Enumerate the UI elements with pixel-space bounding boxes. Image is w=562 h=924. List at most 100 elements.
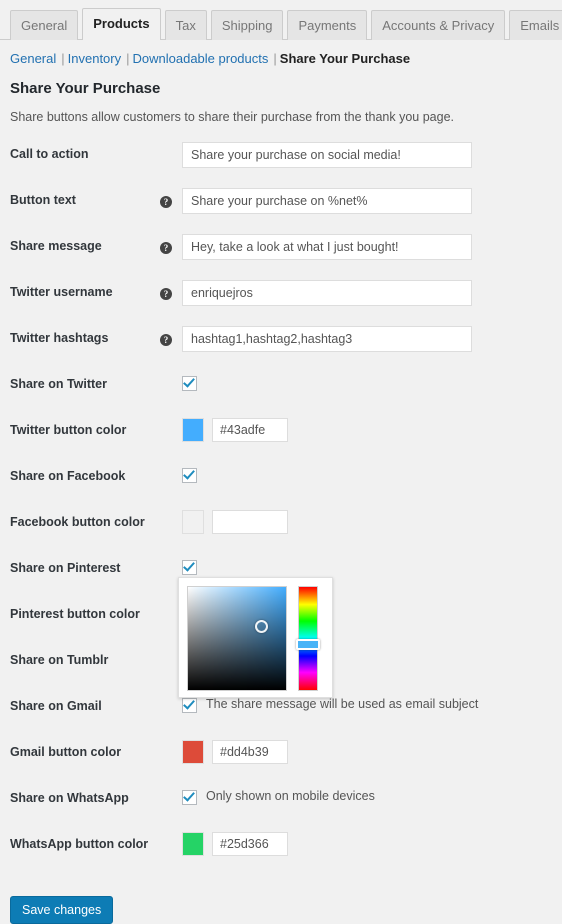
field-whatsapp-button-color (182, 832, 562, 856)
tab-list: General Products Tax Shipping Payments A… (10, 8, 562, 41)
field-twitter-username (182, 280, 562, 306)
field-share-on-twitter (182, 372, 562, 391)
subnav-separator: | (273, 51, 277, 66)
color-picker-popup[interactable] (178, 577, 333, 698)
tab-label: General (21, 18, 68, 33)
row-share-message: Share message ? (0, 234, 562, 280)
gmail-color-input[interactable] (212, 740, 288, 764)
whatsapp-color-swatch[interactable] (182, 832, 204, 856)
gmail-color-swatch[interactable] (182, 740, 204, 764)
help-slot-empty (160, 142, 182, 147)
value-gradient (188, 587, 286, 690)
help-slot-empty (160, 418, 182, 423)
help-icon[interactable]: ? (160, 241, 172, 254)
whatsapp-color-input[interactable] (212, 832, 288, 856)
label-whatsapp-button-color: WhatsApp button color (10, 837, 149, 851)
help-slot-empty (160, 556, 182, 561)
saturation-value-area[interactable] (187, 586, 287, 691)
share-on-twitter-checkbox[interactable] (182, 376, 197, 391)
subnav-separator: | (61, 51, 65, 66)
field-facebook-button-color (182, 510, 562, 534)
tab-products[interactable]: Products (82, 8, 161, 41)
button-text-input[interactable] (182, 188, 472, 214)
tab-emails[interactable]: Emails (509, 10, 562, 40)
help-icon[interactable]: ? (160, 287, 172, 300)
tab-general[interactable]: General (10, 10, 79, 40)
field-share-on-pinterest (182, 556, 562, 575)
tab-label: Tax (175, 18, 196, 33)
tab-accounts-privacy[interactable]: Accounts & Privacy (371, 10, 506, 40)
tab-tax[interactable]: Tax (164, 10, 207, 40)
row-twitter-hashtags: Twitter hashtags ? (0, 326, 562, 372)
row-gmail-button-color: Gmail button color (0, 740, 562, 786)
row-twitter-username: Twitter username ? (0, 280, 562, 326)
subnav-separator: | (126, 51, 130, 66)
help-icon[interactable]: ? (160, 333, 172, 346)
share-on-facebook-checkbox[interactable] (182, 468, 197, 483)
help-slot: ? (160, 326, 182, 346)
facebook-color-swatch[interactable] (182, 510, 204, 534)
help-slot-empty (160, 510, 182, 515)
hue-slider-handle[interactable] (296, 639, 320, 650)
saturation-value-handle[interactable] (255, 620, 268, 633)
help-slot-empty (160, 786, 182, 791)
label-share-on-whatsapp: Share on WhatsApp (10, 791, 129, 805)
call-to-action-input[interactable] (182, 142, 472, 168)
label-share-message: Share message (10, 239, 102, 253)
tab-label: Payments (298, 18, 357, 33)
help-slot-empty (160, 740, 182, 745)
share-on-whatsapp-checkbox[interactable] (182, 790, 197, 805)
tab-label: Shipping (221, 18, 273, 33)
subnav-link-downloadable-products[interactable]: Downloadable products (133, 51, 269, 66)
label-twitter-button-color: Twitter button color (10, 423, 127, 437)
row-share-on-whatsapp: Share on WhatsApp Only shown on mobile d… (0, 786, 562, 832)
tab-label: Emails (520, 18, 560, 33)
share-on-gmail-checkbox[interactable] (182, 698, 197, 713)
twitter-hashtags-input[interactable] (182, 326, 472, 352)
label-button-text: Button text (10, 193, 76, 207)
tab-label: Accounts & Privacy (382, 18, 495, 33)
row-whatsapp-button-color: WhatsApp button color (0, 832, 562, 878)
twitter-color-input[interactable] (212, 418, 288, 442)
field-share-message (182, 234, 562, 260)
help-slot-empty (160, 832, 182, 837)
hue-slider[interactable] (296, 586, 320, 691)
form-actions: Save changes (0, 878, 562, 924)
row-facebook-button-color: Facebook button color (0, 510, 562, 556)
label-twitter-hashtags: Twitter hashtags (10, 331, 109, 345)
row-share-on-facebook: Share on Facebook (0, 464, 562, 510)
tab-payments[interactable]: Payments (287, 10, 368, 40)
field-button-text (182, 188, 562, 214)
twitter-username-input[interactable] (182, 280, 472, 306)
subnav-link-inventory[interactable]: Inventory (68, 51, 121, 66)
subnav-breadcrumb: General | Inventory | Downloadable products |… (0, 40, 562, 68)
help-slot: ? (160, 280, 182, 300)
help-slot: ? (160, 234, 182, 254)
share-message-input[interactable] (182, 234, 472, 260)
settings-form: Call to action Button text ? Share messa… (0, 142, 562, 878)
facebook-color-input[interactable] (212, 510, 288, 534)
subnav-link-general[interactable]: General (10, 51, 56, 66)
help-icon[interactable]: ? (160, 195, 172, 208)
page-description: Share buttons allow customers to share t… (10, 110, 454, 124)
label-gmail-button-color: Gmail button color (10, 745, 122, 759)
label-share-on-gmail: Share on Gmail (10, 699, 102, 713)
row-share-on-twitter: Share on Twitter (0, 372, 562, 418)
subnav-current-page: Share Your Purchase (279, 51, 411, 66)
tab-label: Products (93, 16, 150, 31)
help-slot-empty (160, 464, 182, 469)
share-on-pinterest-checkbox[interactable] (182, 560, 197, 575)
label-twitter-username: Twitter username (10, 285, 113, 299)
twitter-color-swatch[interactable] (182, 418, 204, 442)
label-share-on-tumblr: Share on Tumblr (10, 653, 109, 667)
label-share-on-pinterest: Share on Pinterest (10, 561, 121, 575)
label-call-to-action: Call to action (10, 147, 89, 161)
tab-shipping[interactable]: Shipping (210, 10, 284, 40)
page-title: Share Your Purchase (10, 80, 161, 97)
save-changes-button[interactable]: Save changes (10, 896, 114, 924)
row-button-text: Button text ? (0, 188, 562, 234)
settings-tab-bar: General Products Tax Shipping Payments A… (0, 0, 562, 41)
label-facebook-button-color: Facebook button color (10, 515, 145, 529)
label-share-on-facebook: Share on Facebook (10, 469, 126, 483)
field-gmail-button-color (182, 740, 562, 764)
